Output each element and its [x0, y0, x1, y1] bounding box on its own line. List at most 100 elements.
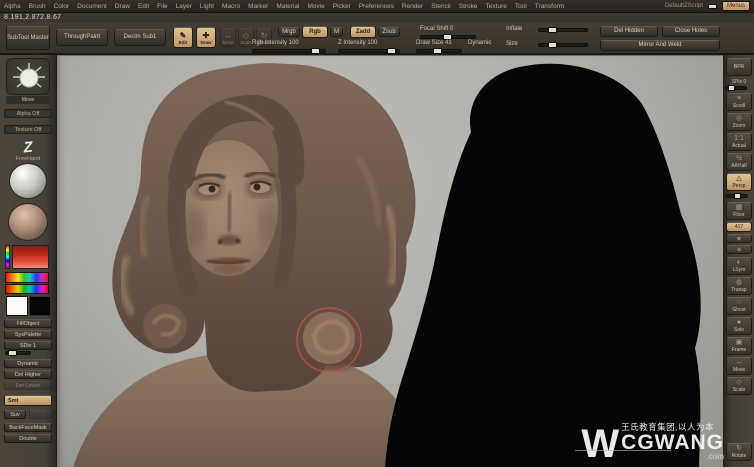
subtool-master-button[interactable]: SubTool Master	[6, 26, 50, 50]
menu-brush[interactable]: Brush	[29, 3, 46, 10]
brush-cursor	[296, 307, 362, 373]
focal-angle-slider[interactable]	[726, 193, 748, 199]
dynamic-subdiv-button[interactable]: Dynamic	[4, 359, 52, 368]
rotate-3d-button[interactable]: ↻ Rotate	[726, 443, 752, 461]
right-shelf: BPR SPix 0 ≡ Scroll ◎ Zoom 1:1 Actual ½ AAHa…	[723, 55, 754, 467]
menu-stroke[interactable]: Stroke	[459, 3, 478, 10]
sdiv-slider-label[interactable]: SDiv 1	[4, 341, 52, 350]
local-symmetry-button[interactable]: ◐ LSym	[726, 257, 752, 275]
zsub-button[interactable]: Zsub	[378, 27, 400, 37]
color-palette-row1[interactable]	[5, 272, 49, 283]
size-slider[interactable]	[538, 42, 588, 48]
double-sided-button[interactable]: Double	[4, 434, 52, 443]
persp-button[interactable]: △ Persp	[726, 173, 752, 191]
z-intensity-slider[interactable]	[338, 48, 400, 54]
move-3d-button[interactable]: ↔ Move	[726, 357, 752, 375]
syspalette-button[interactable]: SysPalette	[4, 330, 52, 339]
bpr-render-button[interactable]: BPR	[726, 58, 752, 76]
menu-color[interactable]: Color	[54, 3, 70, 10]
menu-stencil[interactable]: Stencil	[431, 3, 451, 10]
floor-elevation-chip[interactable]: 417	[726, 222, 752, 232]
mrgb-button[interactable]: Mrgb	[278, 27, 300, 37]
menu-light[interactable]: Light	[200, 3, 214, 10]
swatch-white[interactable]	[6, 296, 28, 316]
scroll-button[interactable]: ≡ Scroll	[726, 93, 752, 111]
suv-toggle-button[interactable]: Suv	[4, 410, 26, 419]
edit-mode-button[interactable]: ✎ Edit	[173, 27, 193, 48]
solo-button[interactable]: ● Solo	[726, 317, 752, 335]
swatch-black[interactable]	[29, 296, 51, 316]
mirror-and-weld-button[interactable]: Mirror And Weld	[600, 40, 720, 51]
edit-icon: ✎	[179, 30, 187, 40]
alpha-selector[interactable]: Alpha Off	[4, 109, 52, 118]
material-white-sphere[interactable]	[9, 163, 47, 199]
aahalf-icon: ½	[736, 155, 742, 162]
decimation-button[interactable]: Decim Sub1	[114, 29, 166, 46]
aahalf-button[interactable]: ½ AAHalf	[726, 153, 752, 171]
backfacemask-button[interactable]: BackFaceMask	[4, 423, 52, 432]
spix-slider[interactable]	[725, 85, 747, 91]
move-mode-button[interactable]: ↔ Move	[220, 28, 236, 47]
solo-icon: ●	[736, 319, 742, 326]
material-matcap-sphere[interactable]	[8, 203, 48, 241]
cgwang-logo: W	[581, 422, 619, 466]
document-canvas[interactable]	[57, 55, 723, 467]
ghost-button[interactable]: ◌ Ghost	[726, 297, 752, 315]
actual-button[interactable]: 1:1 Actual	[726, 133, 752, 151]
rgb-intensity-label: Rgb Intensity 100	[252, 40, 299, 46]
rgb-button[interactable]: Rgb	[302, 26, 328, 38]
frame-button[interactable]: ▣ Frame	[726, 337, 752, 355]
sdiv-slider[interactable]	[5, 350, 31, 356]
menu-tool[interactable]: Tool	[515, 3, 527, 10]
hue-strip[interactable]	[5, 245, 10, 269]
menu-render[interactable]: Render	[402, 3, 423, 10]
menu-texture[interactable]: Texture	[486, 3, 507, 10]
rgb-intensity-slider[interactable]	[252, 48, 326, 54]
menu-picker[interactable]: Picker	[333, 3, 351, 10]
menu-marker[interactable]: Marker	[248, 3, 268, 10]
smt-toggle-button[interactable]: Smt	[4, 395, 52, 406]
menu-preferences[interactable]: Preferences	[359, 3, 394, 10]
draw-mode-button[interactable]: ✚ Draw	[196, 27, 216, 48]
current-brush-button[interactable]	[6, 58, 50, 95]
m-button[interactable]: M	[330, 27, 343, 37]
transparency-button[interactable]: ◍ Transp	[726, 277, 752, 295]
menu-macro[interactable]: Macro	[222, 3, 240, 10]
inflate-slider[interactable]	[538, 27, 588, 33]
dynamic-label[interactable]: Dynamic	[468, 40, 491, 46]
zadd-button[interactable]: Zadd	[350, 26, 376, 38]
scale-3d-button[interactable]: ◇ Scale	[726, 377, 752, 395]
coordinates-readout: 8.191,2.872,8.67	[4, 14, 62, 21]
size-label: Size	[506, 41, 518, 47]
menu-layer[interactable]: Layer	[176, 3, 192, 10]
menu-material[interactable]: Material	[276, 3, 299, 10]
zoom-button[interactable]: ◎ Zoom	[726, 113, 752, 131]
close-holes-button[interactable]: Close Holes	[662, 26, 720, 37]
throughpaint-button[interactable]: ThroughPaint	[56, 29, 108, 46]
del-lower-button[interactable]: Del Lower	[4, 381, 52, 390]
suv-secondary-chip[interactable]	[29, 410, 52, 419]
menu-movie[interactable]: Movie	[307, 3, 324, 10]
fillobject-button[interactable]: FillObject	[4, 319, 52, 328]
menu-alpha[interactable]: Alpha	[4, 3, 21, 10]
del-higher-button[interactable]: Del Higher	[4, 370, 52, 379]
draw-size-slider[interactable]	[416, 48, 462, 54]
actual-icon: 1:1	[734, 135, 744, 142]
stroke-freehand-icon[interactable]: Z	[13, 138, 43, 157]
zscript-slider[interactable]	[707, 3, 717, 9]
focal-shift-slider[interactable]	[420, 34, 476, 40]
del-hidden-button[interactable]: Del Hidden	[600, 26, 658, 37]
menu-edit[interactable]: Edit	[138, 3, 149, 10]
menu-document[interactable]: Document	[77, 3, 107, 10]
color-palette-row2[interactable]	[5, 284, 49, 294]
texture-selector[interactable]: Texture Off	[4, 125, 52, 134]
zoom-out-button[interactable]: ⊖	[726, 245, 752, 254]
menu-file[interactable]: File	[157, 3, 167, 10]
zoom-in-button[interactable]: ⊕	[726, 234, 752, 243]
color-picker-gradient[interactable]	[12, 245, 49, 269]
menus-toggle-button[interactable]: Menus	[721, 1, 750, 11]
menu-draw[interactable]: Draw	[115, 3, 130, 10]
frame-icon: ▣	[735, 339, 743, 346]
floor-button[interactable]: ▦ Floor	[726, 202, 752, 220]
menu-transform[interactable]: Transform	[535, 3, 564, 10]
